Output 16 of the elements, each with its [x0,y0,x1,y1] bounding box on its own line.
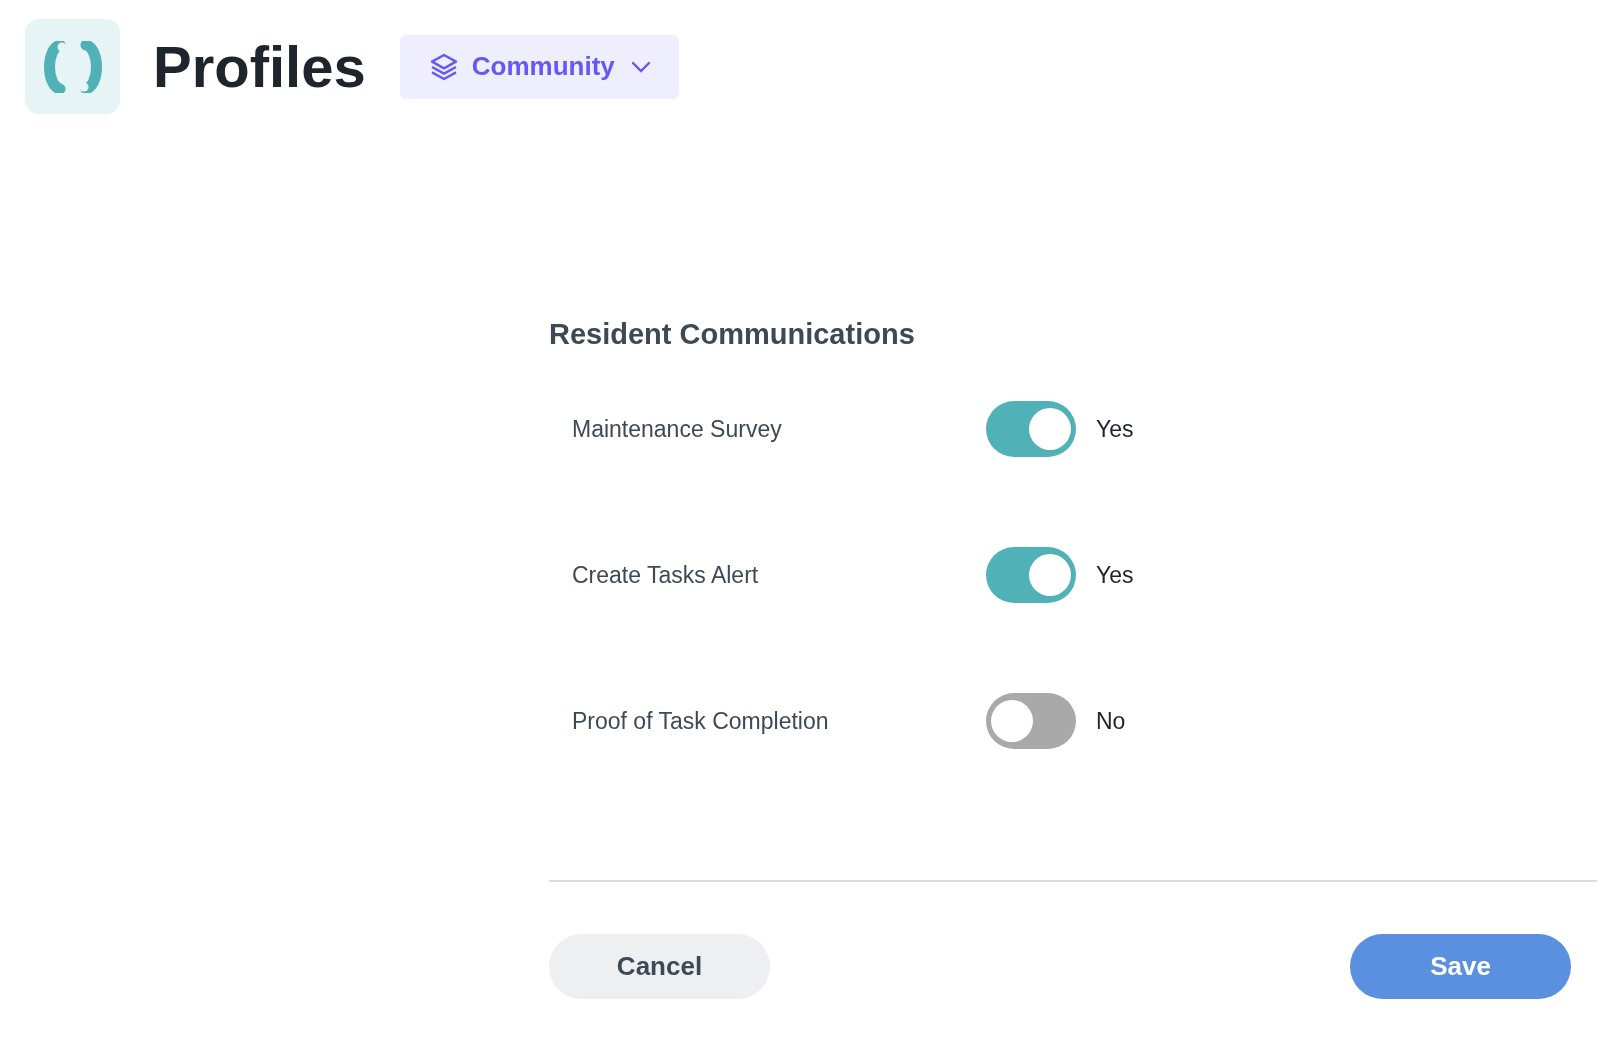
toggle-switch[interactable] [986,693,1076,749]
toggle-state-label: Yes [1096,561,1134,589]
section-title: Resident Communications [549,318,916,351]
chevron-down-icon [630,60,651,73]
scope-dropdown[interactable]: Community [399,34,679,99]
setting-label: Maintenance Survey [572,415,783,443]
toggle-switch[interactable] [986,547,1076,603]
cancel-button[interactable]: Cancel [549,934,770,999]
toggle-switch[interactable] [986,401,1076,457]
setting-label: Proof of Task Completion [572,707,830,735]
save-button[interactable]: Save [1350,934,1571,999]
toggle-state-label: No [1096,707,1126,735]
setting-label: Create Tasks Alert [572,561,760,589]
toggle-state-label: Yes [1096,415,1134,443]
brackets-icon [43,40,102,93]
page-title: Profiles [153,33,366,100]
